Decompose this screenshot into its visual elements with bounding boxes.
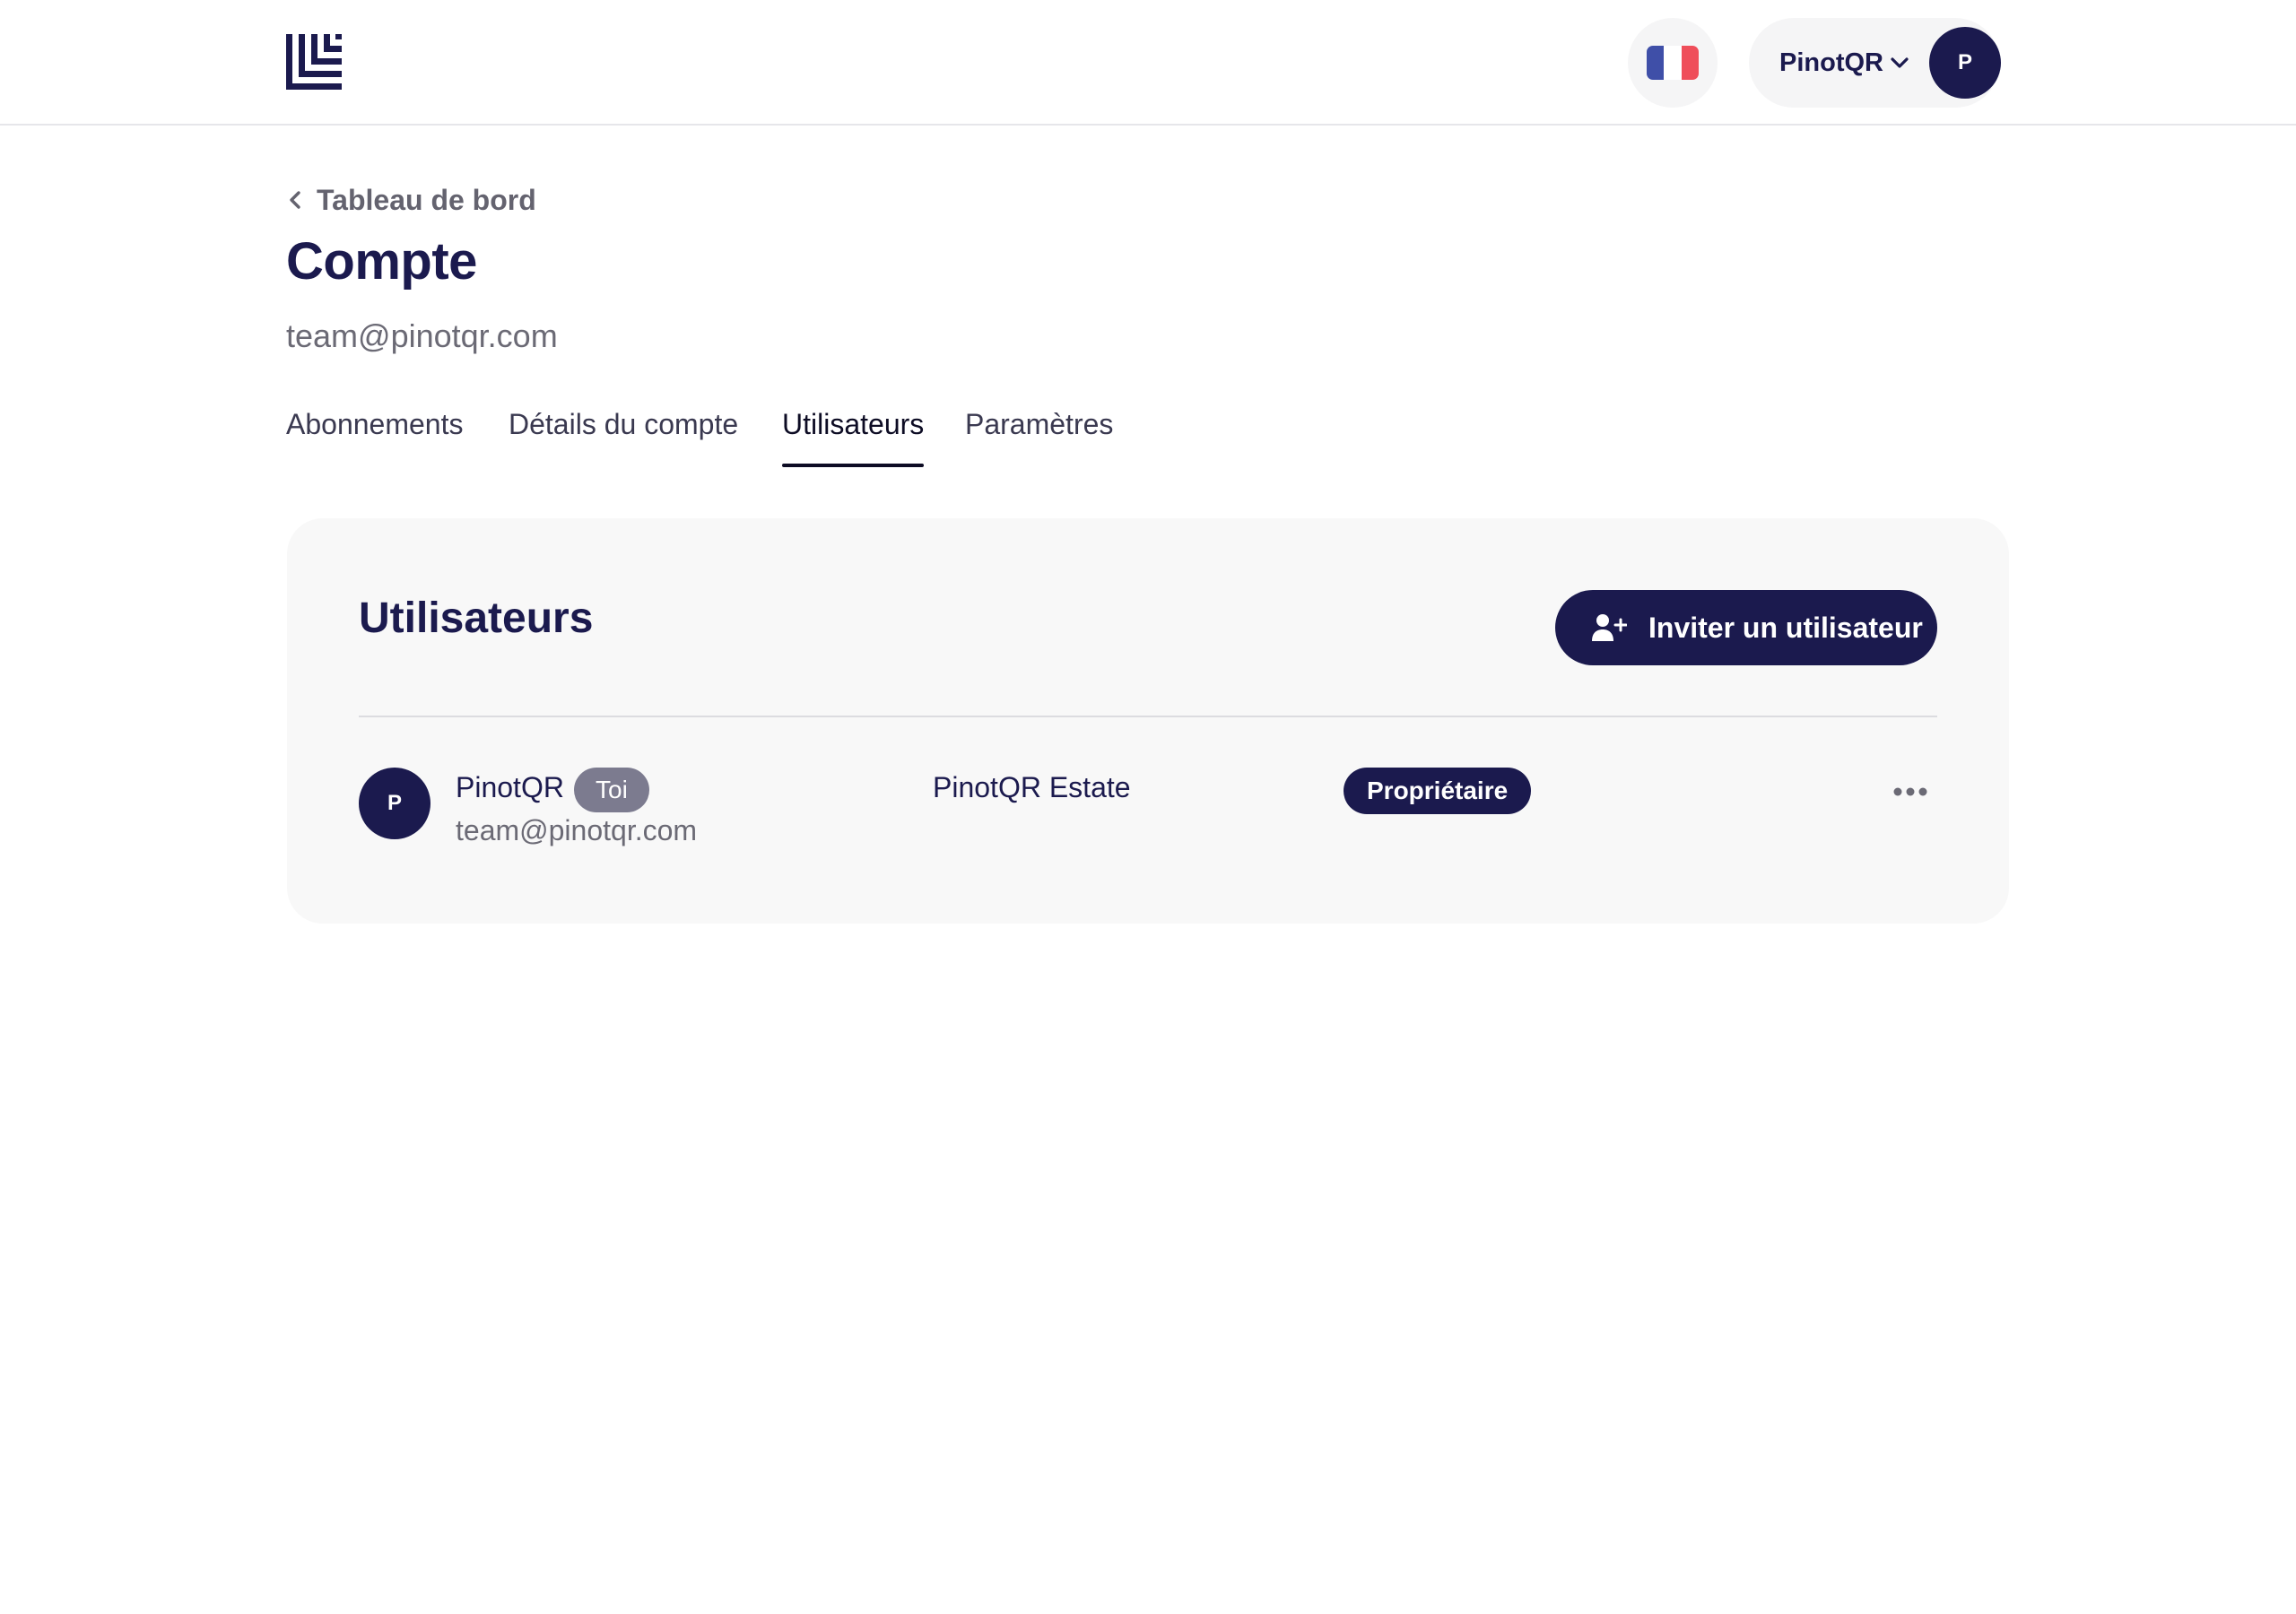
- table-row: P PinotQR Toi team@pinotqr.com PinotQR E…: [359, 768, 1937, 857]
- you-badge: Toi: [574, 768, 649, 812]
- tab-users[interactable]: Utilisateurs: [782, 408, 925, 467]
- users-card: Utilisateurs Inviter un utilisateur P Pi…: [287, 518, 2009, 924]
- top-bar: PinotQR P: [0, 0, 2296, 126]
- language-switcher[interactable]: [1628, 18, 1718, 108]
- users-card-title: Utilisateurs: [359, 594, 594, 642]
- chevron-left-icon: [290, 191, 300, 209]
- invite-user-label: Inviter un utilisateur: [1648, 611, 1923, 644]
- user-name: PinotQR: [456, 771, 564, 803]
- tab-settings[interactable]: Paramètres: [965, 408, 1113, 467]
- brand-logo-icon[interactable]: [286, 34, 342, 90]
- tab-account-details[interactable]: Détails du compte: [509, 408, 738, 467]
- account-email: team@pinotqr.com: [286, 317, 558, 354]
- tab-subscriptions[interactable]: Abonnements: [286, 408, 463, 467]
- user-plus-icon: [1592, 614, 1627, 641]
- breadcrumb-label: Tableau de bord: [317, 183, 536, 216]
- avatar: P: [359, 768, 430, 839]
- back-to-dashboard-link[interactable]: Tableau de bord: [286, 179, 536, 221]
- invite-user-button[interactable]: Inviter un utilisateur: [1555, 590, 1937, 665]
- page-title: Compte: [286, 232, 477, 291]
- user-actions-button[interactable]: [1883, 769, 1937, 814]
- more-horizontal-icon: [1893, 787, 1927, 796]
- france-flag-icon: [1647, 46, 1699, 80]
- account-name: PinotQR: [1779, 48, 1883, 77]
- user-email: team@pinotqr.com: [456, 814, 698, 846]
- account-avatar[interactable]: P: [1929, 27, 2001, 99]
- role-badge: Propriétaire: [1344, 768, 1532, 814]
- user-organization: PinotQR Estate: [933, 771, 1131, 803]
- divider: [359, 716, 1937, 717]
- chevron-down-icon: [1891, 57, 1909, 68]
